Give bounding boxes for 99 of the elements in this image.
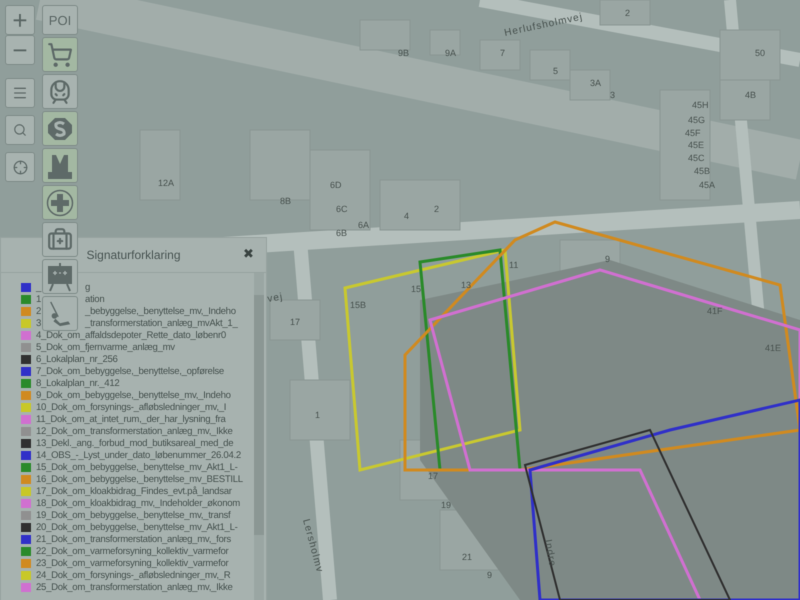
medical-bag-icon <box>47 226 73 252</box>
building-number: 6A <box>358 220 370 230</box>
poi-button[interactable]: POI <box>42 5 78 35</box>
legend-label: _bebyggelse,_benyttelse_mv,_Indeho <box>85 306 236 316</box>
building-number: 19 <box>441 500 452 510</box>
building-number: 15 <box>411 284 422 294</box>
building-number: 9B <box>398 48 410 58</box>
building-number: 5 <box>553 66 558 76</box>
legend-label: _transformerstation_anlæg_mvAkt_1_ <box>85 318 238 328</box>
scrollbar[interactable] <box>254 273 264 600</box>
menu-button[interactable] <box>5 78 35 108</box>
building-number: 45B <box>694 166 710 176</box>
legend-label: 25_Dok_om_transformerstation_anlæg_mv,_Ikke <box>36 582 232 592</box>
poi-category-button[interactable] <box>42 222 78 257</box>
legend-label: 17_Dok_om_kloakbidrag_Findes_evt.på_landsar <box>36 486 232 496</box>
building-number: 13 <box>461 280 472 290</box>
blackboard-icon <box>47 262 73 292</box>
building-number: 4B <box>745 90 756 100</box>
legend-label: 22_Dok_om_varmeforsyning_kollektiv_varmefor <box>36 546 228 556</box>
legend-label: 3 <box>36 318 42 328</box>
poi-category-button[interactable] <box>42 296 78 331</box>
legend-label: 7_Dok_om_bebyggelse,_benyttelse,_opførelse <box>36 366 224 376</box>
building-number: 2 <box>434 204 440 214</box>
legend-label: 9_Dok_om_bebyggelse,_benyttelse_mv,_Indeho <box>36 390 231 400</box>
building-number: 3 <box>610 90 616 100</box>
zoom-in-button[interactable]: + <box>5 5 35 35</box>
building-number: 12A <box>158 178 174 188</box>
building-number: 9A <box>445 48 456 58</box>
poi-category-button[interactable] <box>42 185 78 220</box>
legend-label: 5_Dok_om_fjernvarme_anlæg_mv <box>36 342 175 352</box>
legend-label: 23_Dok_om_varmeforsyning_kollektiv_varmefor <box>36 558 228 568</box>
legend-label: 14_OBS_-_Lyst_under_dato_løbenummer_26.04.2 <box>36 450 241 460</box>
s-logo-icon <box>47 116 73 142</box>
poi-category-button[interactable] <box>42 259 78 294</box>
legend-title: Signaturforklaring <box>86 248 181 262</box>
building-number: 45G <box>688 115 706 125</box>
legend-label: 10_Dok_om_forsynings-_afløbsledninger_mv,_I <box>36 402 226 412</box>
building-number: 6C <box>336 204 348 214</box>
cross-circle-icon <box>46 188 74 216</box>
building-number: 2 <box>625 8 630 18</box>
legend-label: 20_Dok_om_bebyggelse,_benyttelse_mv_Akt1_L- <box>36 522 238 532</box>
building-number: 45F <box>685 128 701 138</box>
building-number: 45A <box>699 180 716 190</box>
building-number: 45C <box>688 153 705 163</box>
building-number: 21 <box>462 552 472 562</box>
legend-label: 11_Dok_om_at_intet_rum,_der_har_lysning_fra <box>36 414 226 424</box>
street-name: vej <box>266 291 284 305</box>
building-number: 17 <box>290 317 300 327</box>
building <box>290 380 350 440</box>
building-number: 3A <box>590 78 602 88</box>
menu-icon <box>12 85 28 101</box>
cart-icon <box>47 42 73 68</box>
swing-icon <box>47 300 73 328</box>
building-number: 9 <box>605 254 610 264</box>
building <box>360 20 410 50</box>
legend-label: ation <box>85 294 104 304</box>
poi-category-button[interactable] <box>42 74 78 109</box>
legend-label: 8_Lokalplan_nr._412 <box>36 378 120 388</box>
search-button[interactable] <box>5 115 35 145</box>
locate-icon <box>12 160 28 174</box>
legend-label: 18_Dok_om_kloakbidrag_mv,_Indeholder_økonom <box>36 498 240 508</box>
legend-label: 4_Dok_om_affaldsdepoter_Rette_dato_løbenr0 <box>36 330 226 340</box>
building-number: 1 <box>315 410 320 420</box>
legend-label: 6_Lokalplan_nr_256 <box>36 354 118 364</box>
legend-label: 24_Dok_om_forsynings-_afløbsledninger_mv,_R <box>36 570 230 580</box>
locate-button[interactable] <box>5 152 35 182</box>
poi-category-button[interactable] <box>42 111 78 146</box>
building <box>720 80 770 120</box>
building <box>570 70 610 100</box>
legend-label: 16_Dok_om_bebyggelse,_benyttelse_mv_BESTILL <box>36 474 243 484</box>
poi-category-button[interactable] <box>42 37 78 72</box>
legend-label: g <box>85 282 90 292</box>
building <box>480 40 520 70</box>
building-number: 15B <box>350 300 366 310</box>
legend-label: 21_Dok_om_transformerstation_anlæg_mv,_fors <box>36 534 231 544</box>
building-number: 50 <box>755 48 766 58</box>
building <box>720 30 780 80</box>
search-icon <box>13 123 27 137</box>
legend-label: _ <box>36 282 42 292</box>
building-number: 45H <box>692 100 709 110</box>
building-number: 17 <box>428 471 438 481</box>
building-number: 41F <box>707 306 723 316</box>
building-number: 6B <box>336 228 348 238</box>
building-number: 4 <box>404 211 410 221</box>
legend-label: 13_Dekl._ang._forbud_mod_butiksareal_med_de <box>36 438 234 448</box>
building-number: 6D <box>330 180 342 190</box>
zoom-out-button[interactable]: − <box>5 35 35 65</box>
building-number: 45E <box>688 140 704 150</box>
building-number: 8B <box>280 196 292 206</box>
legend-label: 2 <box>36 306 42 316</box>
poi-category-button[interactable] <box>42 148 78 183</box>
building-number: 7 <box>500 48 506 58</box>
legend-label: 12_Dok_om_transformerstation_anlæg_mv,_Ikke <box>36 426 232 436</box>
building-number: 9 <box>487 570 492 580</box>
close-button[interactable]: ✖ <box>243 246 254 261</box>
legend-label: 15_Dok_om_bebyggelse,_benyttelse_mv_Akt1_L- <box>36 462 238 472</box>
legend-label: 1 <box>36 294 42 304</box>
legend-label: 19_Dok_om_bebyggelse,_benyttelse_mv,_transf <box>36 510 230 520</box>
building-number: 11 <box>509 260 518 270</box>
